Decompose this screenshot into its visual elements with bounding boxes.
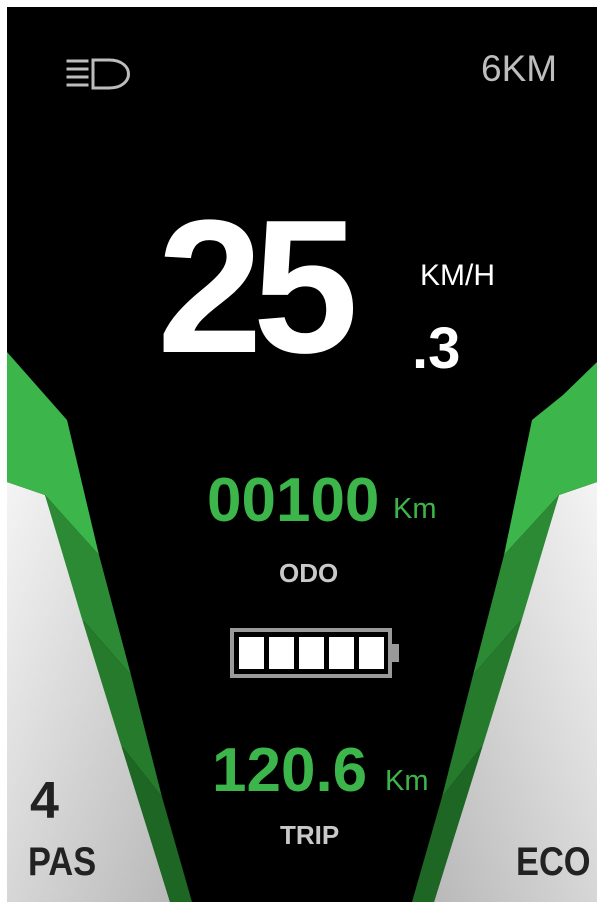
battery-terminal (391, 644, 399, 662)
trip-unit: Km (385, 765, 429, 797)
odometer-label: ODO (279, 558, 339, 588)
battery-cell (299, 637, 324, 669)
speed-decimal: .3 (412, 316, 461, 381)
battery-cell (239, 637, 264, 669)
battery-cell (269, 637, 294, 669)
odometer-unit: Km (393, 493, 437, 525)
ride-mode-label[interactable]: ECO (516, 842, 591, 882)
odometer-value: 00100 (207, 466, 380, 535)
speed-integer: 25 (157, 181, 358, 393)
trip-value: 120.6 (212, 736, 368, 805)
battery-icon (230, 628, 399, 678)
speed-unit: KM/H (420, 259, 495, 292)
range-readout: 6KM (481, 48, 558, 89)
assist-level-value[interactable]: 4 (30, 775, 59, 827)
battery-cells (239, 637, 384, 669)
headlight-icon (66, 58, 130, 90)
battery-cell (329, 637, 354, 669)
assist-level-label: PAS (28, 840, 97, 884)
battery-cell (359, 637, 384, 669)
trip-label: TRIP (280, 820, 340, 850)
display-screen: 6KM 25 KM/H .3 00100 Km ODO 120.6 Km TRI… (7, 7, 597, 902)
